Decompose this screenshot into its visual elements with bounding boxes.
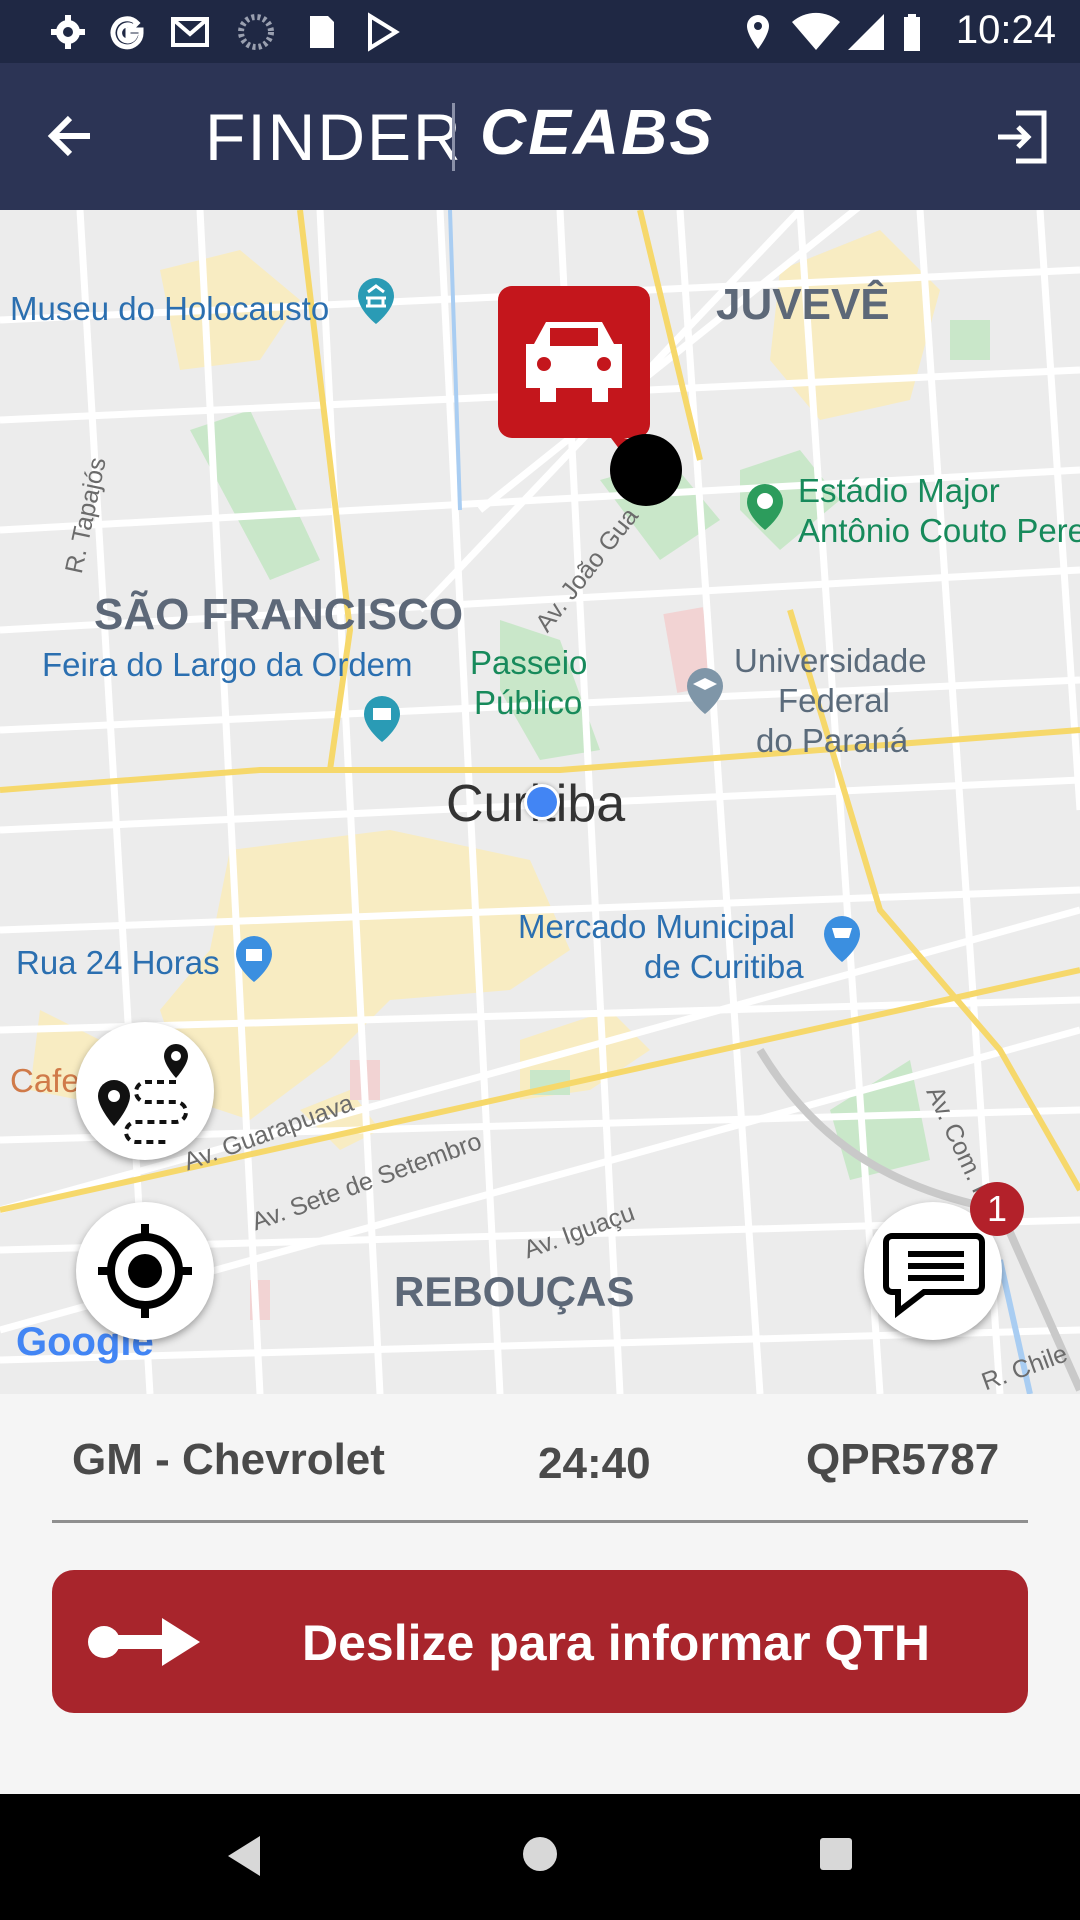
map-label: Mercado Municipal bbox=[518, 908, 795, 945]
map-label: de Curitiba bbox=[644, 948, 804, 985]
map-label: Museu do Holocausto bbox=[10, 290, 330, 327]
gmail-icon bbox=[171, 17, 209, 47]
logout-icon[interactable] bbox=[992, 107, 1052, 167]
stadium-poi-icon[interactable] bbox=[745, 482, 785, 532]
app-title: FINDER bbox=[205, 100, 463, 174]
route-icon bbox=[98, 1044, 188, 1144]
slide-arrow-icon[interactable] bbox=[84, 1612, 204, 1672]
google-icon bbox=[110, 16, 144, 50]
wifi-icon bbox=[792, 12, 840, 51]
map-label: Universidade bbox=[734, 642, 927, 679]
map-view[interactable]: Museu do Holocausto JUVEVÊ Estádio Major… bbox=[0, 210, 1080, 1394]
nav-home-icon[interactable] bbox=[520, 1834, 560, 1874]
gear-icon bbox=[51, 15, 85, 49]
vehicle-marker[interactable] bbox=[498, 286, 688, 516]
my-location-button[interactable] bbox=[76, 1202, 214, 1340]
nav-back-icon[interactable] bbox=[224, 1834, 264, 1878]
map-label: Federal bbox=[778, 682, 890, 719]
car-marker-icon bbox=[498, 286, 682, 506]
signal-icon bbox=[848, 14, 884, 50]
status-time: 10:24 bbox=[955, 8, 1056, 52]
map-label: Feira do Largo da Ordem bbox=[42, 646, 413, 683]
feira-poi-icon[interactable] bbox=[362, 694, 402, 744]
brand-logo: CEABS bbox=[480, 96, 715, 168]
sd-card-icon bbox=[310, 16, 334, 48]
app-bar: FINDER CEABS bbox=[0, 63, 1080, 210]
location-icon bbox=[747, 15, 769, 49]
vehicle-make: GM - Chevrolet bbox=[72, 1435, 385, 1484]
vehicle-plate: QPR5787 bbox=[806, 1435, 1000, 1484]
map-label: Rua 24 Horas bbox=[16, 944, 220, 981]
back-arrow-icon[interactable] bbox=[40, 103, 106, 169]
map-label: JUVEVÊ bbox=[716, 280, 890, 329]
map-label: Público bbox=[474, 684, 583, 721]
system-nav-bar bbox=[0, 1794, 1080, 1920]
map-label: SÃO FRANCISCO bbox=[94, 590, 464, 639]
status-bar: 10:24 bbox=[0, 0, 1080, 63]
chat-unread-badge: 1 bbox=[970, 1182, 1024, 1236]
map-label: Antônio Couto Pere bbox=[798, 512, 1080, 549]
info-divider bbox=[52, 1520, 1028, 1523]
mercado-poi-icon[interactable] bbox=[822, 914, 862, 964]
map-label: do Paraná bbox=[756, 722, 909, 759]
vehicle-time: 24:40 bbox=[538, 1439, 651, 1488]
user-location-dot bbox=[524, 784, 560, 820]
battery-icon bbox=[904, 14, 920, 51]
rua24-poi-icon[interactable] bbox=[234, 934, 274, 984]
map-label: REBOUÇAS bbox=[394, 1268, 635, 1315]
crosshair-icon bbox=[98, 1224, 192, 1318]
play-store-icon bbox=[368, 12, 400, 52]
route-button[interactable] bbox=[76, 1022, 214, 1160]
nav-recents-icon[interactable] bbox=[818, 1836, 854, 1872]
slide-button-label: Deslize para informar QTH bbox=[302, 1615, 930, 1671]
title-divider bbox=[452, 103, 455, 171]
university-poi-icon[interactable] bbox=[685, 666, 725, 716]
map-label: Passeio bbox=[470, 644, 588, 681]
map-label: Cafe bbox=[10, 1062, 80, 1099]
loading-icon bbox=[238, 14, 274, 50]
museum-poi-icon[interactable] bbox=[356, 276, 396, 326]
slide-to-report-button[interactable]: Deslize para informar QTH bbox=[52, 1570, 1028, 1713]
map-label: Estádio Major bbox=[798, 472, 1000, 509]
